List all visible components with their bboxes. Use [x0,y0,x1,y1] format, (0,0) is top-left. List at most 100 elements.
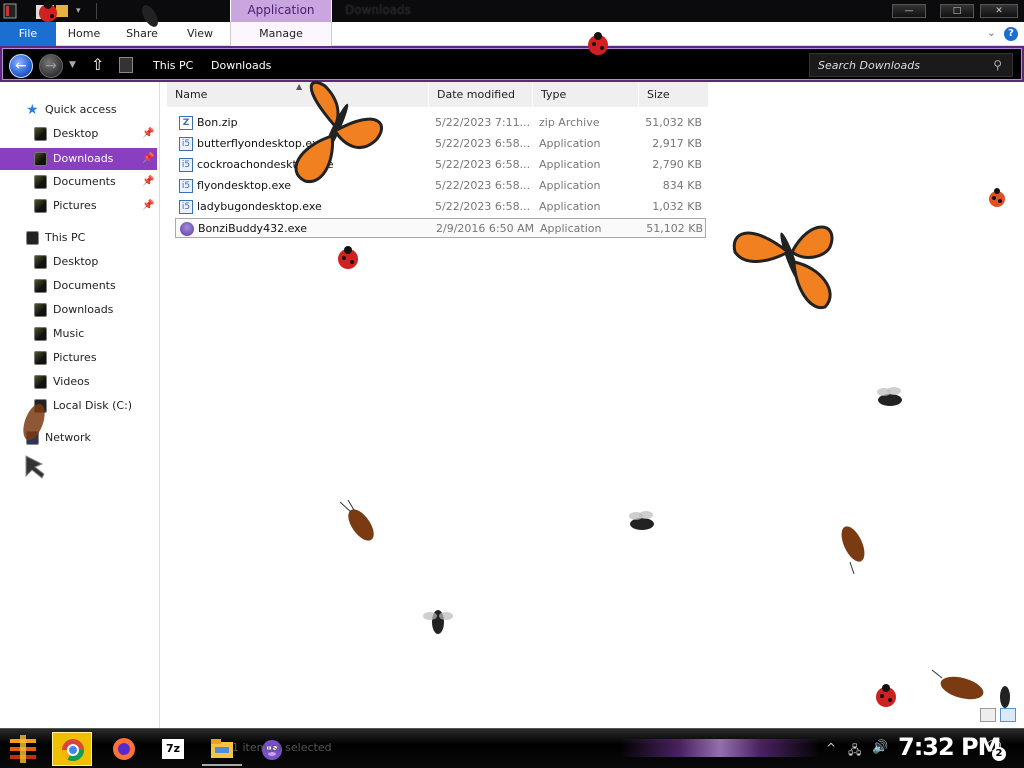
desktop-folder-icon [34,255,47,269]
file-row[interactable]: i5 butterflyondesktop.exe 5/22/2023 6:58… [175,134,706,154]
file-name: ladybugondesktop.exe [197,200,322,213]
exe-icon: i5 [179,158,193,172]
nav-pc-desktop[interactable]: Desktop [0,251,157,273]
computer-icon [26,231,39,245]
separator [96,3,97,19]
file-row[interactable]: i5 ladybugondesktop.exe 5/22/2023 6:58..… [175,197,706,217]
nav-quick-access[interactable]: ★ Quick access [0,99,157,121]
back-button[interactable]: ← [9,54,33,78]
file-date: 5/22/2023 6:58... [435,200,531,213]
search-input[interactable] [810,54,980,76]
nav-label: Local Disk (C:) [53,399,133,412]
address-bar-frame: ← → ▼ ⇧ This PC Downloads ⚲ [0,46,1024,82]
search-box[interactable]: ⚲ [809,53,1013,77]
downloads-folder-icon [34,152,47,166]
nav-pc-videos[interactable]: Videos [0,371,157,393]
ladybug-icon [989,188,1005,207]
star-icon: ★ [26,102,39,118]
ladybug-icon [39,1,57,22]
file-size: 834 KB [662,179,702,192]
up-button[interactable]: ⇧ [91,55,104,74]
nav-quick-documents[interactable]: Documents 📌 [0,171,157,193]
downloads-folder-icon [34,303,47,317]
file-date: 5/22/2023 6:58... [435,179,531,192]
customize-quick-access-icon[interactable]: ▾ [76,3,92,19]
taskbar-7zip[interactable]: 7z [156,732,196,766]
context-tab-application-tools[interactable]: Application Tools [230,0,332,37]
file-type: Application [539,179,601,192]
tab-home[interactable]: Home [60,22,108,46]
music-folder-icon [34,327,47,341]
nav-quick-downloads[interactable]: Downloads 📌 [0,148,157,170]
nav-label: Pictures [53,351,97,364]
window-menu-icon[interactable] [3,3,19,19]
file-name: BonziBuddy432.exe [198,222,308,235]
file-row[interactable]: i5 cockroachondesktop.exe 5/22/2023 6:58… [175,155,706,175]
notification-count-badge: 2 [992,747,1006,761]
tab-view[interactable]: View [176,22,224,46]
column-header-size[interactable]: Size [639,82,709,107]
downloads-folder-icon [119,57,133,73]
pictures-folder-icon [34,351,47,365]
network-icon[interactable]: 🖧 [848,741,861,762]
nav-label: Music [53,327,85,340]
taskbar-chrome[interactable] [52,732,92,766]
pin-icon: 📌 [142,200,155,211]
file-row-selected[interactable]: BonziBuddy432.exe 2/9/2016 6:50 AM Appli… [175,218,706,238]
nav-label: This PC [45,231,86,244]
column-header-date[interactable]: Date modified [429,82,533,107]
file-size: 1,032 KB [652,200,702,213]
nav-pc-documents[interactable]: Documents [0,275,157,297]
nav-label: Downloads [53,152,114,165]
arrow-left-icon: ← [15,58,27,74]
cockroach-icon [841,526,865,574]
start-icon [10,735,36,763]
nav-quick-pictures[interactable]: Pictures 📌 [0,195,157,217]
nav-quick-desktop[interactable]: Desktop 📌 [0,123,157,145]
videos-folder-icon [34,375,47,389]
file-row[interactable]: i5 flyondesktop.exe 5/22/2023 6:58... Ap… [175,176,706,196]
recent-locations-icon[interactable]: ▼ [69,60,76,70]
file-name: flyondesktop.exe [197,179,292,192]
close-button[interactable]: ✕ [980,4,1018,18]
search-icon[interactable]: ⚲ [993,58,1002,72]
nav-this-pc[interactable]: This PC [0,227,157,249]
fly-icon [423,610,453,634]
show-hidden-icons-icon[interactable]: ^ [826,741,836,755]
start-button[interactable] [6,733,40,765]
forward-button[interactable]: → [39,54,63,78]
action-center-button[interactable]: 🗨 2 [984,737,1008,761]
7zip-icon: 7z [162,739,184,759]
butterfly-icon [732,225,834,310]
file-size: 2,917 KB [652,137,702,150]
bonzi-icon [180,222,194,236]
window-title: Downloads [345,3,411,17]
file-name: Bon.zip [197,116,238,129]
expand-ribbon-icon[interactable]: ⌄ [987,26,996,39]
taskbar-firefox[interactable] [104,732,144,766]
minimize-button[interactable]: — [892,4,926,18]
column-header-type[interactable]: Type [533,82,639,107]
file-type: Application [539,200,601,213]
nav-pc-downloads[interactable]: Downloads [0,299,157,321]
cockroach-icon [932,669,984,700]
maximize-button[interactable]: □ [940,4,974,18]
desktop-folder-icon [34,127,47,141]
butterfly-icon [294,80,383,183]
nav-label: Downloads [53,303,114,316]
file-date: 5/22/2023 6:58... [435,137,531,150]
file-type: zip Archive [539,116,600,129]
fly-icon [1000,686,1010,708]
tab-manage[interactable]: Manage [230,22,332,46]
help-button[interactable]: ? [1004,27,1018,41]
fly-icon [629,511,654,530]
breadcrumb-this-pc[interactable]: This PC [153,59,193,72]
breadcrumb-downloads[interactable]: Downloads [211,59,271,72]
arrow-up-icon: ⇧ [91,55,105,74]
volume-icon[interactable]: 🔊 [872,740,888,755]
firefox-icon [113,738,135,760]
cockroach-icon [339,500,374,541]
nav-pc-pictures[interactable]: Pictures [0,347,157,369]
file-row[interactable]: Z Bon.zip 5/22/2023 7:11... zip Archive … [175,113,706,133]
nav-pc-music[interactable]: Music [0,323,157,345]
